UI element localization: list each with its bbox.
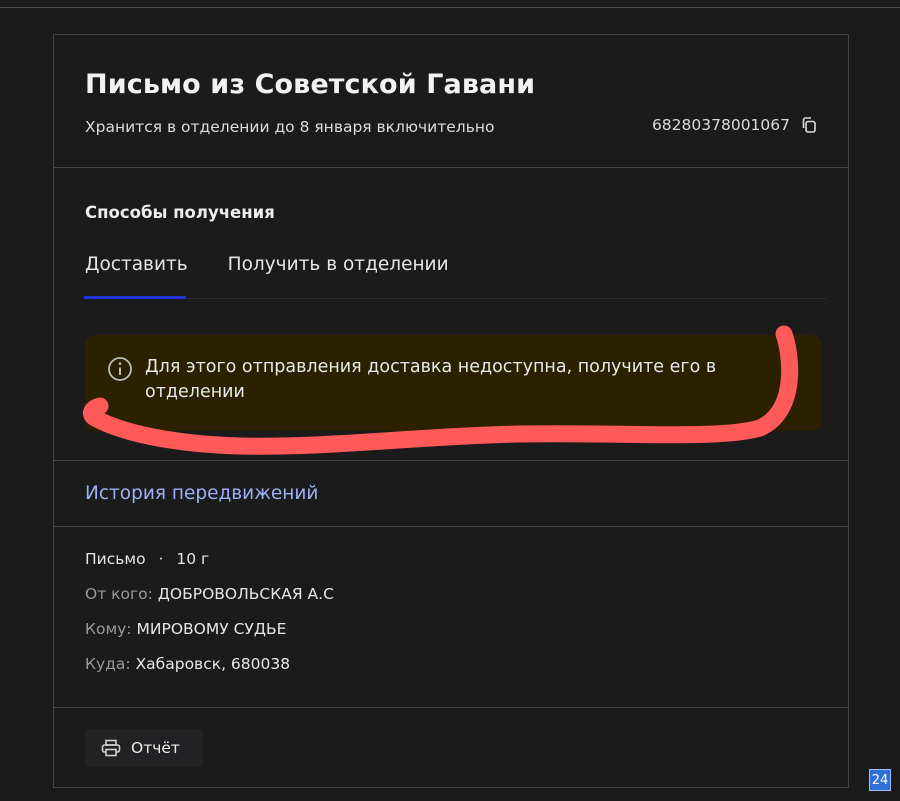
sender-line: От кого: ДОБРОВОЛЬСКАЯ А.С bbox=[85, 585, 334, 603]
tabs-baseline bbox=[84, 298, 826, 299]
recipient-value: МИРОВОМУ СУДЬЕ bbox=[136, 620, 287, 638]
delivery-methods-heading: Способы получения bbox=[85, 203, 275, 222]
printer-icon bbox=[101, 739, 121, 757]
recipient-line: Кому: МИРОВОМУ СУДЬЕ bbox=[85, 620, 286, 638]
parcel-weight: 10 г bbox=[176, 550, 210, 568]
shipment-card: Письмо из Советской Гавани Хранится в от… bbox=[53, 34, 849, 788]
copy-icon[interactable] bbox=[800, 116, 818, 134]
tracking-number-copy[interactable]: 68280378001067 bbox=[652, 116, 818, 134]
parcel-type: Письмо bbox=[85, 550, 146, 568]
storage-note: Хранится в отделении до 8 января включит… bbox=[85, 118, 495, 136]
destination-label: Куда: bbox=[85, 655, 131, 673]
report-label: Отчёт bbox=[131, 739, 180, 757]
sender-label: От кого: bbox=[85, 585, 153, 603]
sender-value: ДОБРОВОЛЬСКАЯ А.С bbox=[157, 585, 334, 603]
divider bbox=[54, 707, 848, 708]
recipient-label: Кому: bbox=[85, 620, 132, 638]
corner-badge: 24 bbox=[869, 769, 891, 791]
active-tab-indicator bbox=[84, 296, 186, 299]
parcel-type-weight: Письмо · 10 г bbox=[85, 550, 209, 568]
tracking-number: 68280378001067 bbox=[651, 116, 790, 134]
notice-text: Для этого отправления доставка недоступн… bbox=[145, 357, 717, 402]
destination-value: Хабаровск, 680038 bbox=[135, 655, 291, 673]
info-icon bbox=[108, 357, 132, 381]
destination-line: Куда: Хабаровск, 680038 bbox=[85, 655, 290, 673]
divider bbox=[54, 167, 848, 168]
history-link[interactable]: История передвижений bbox=[85, 483, 318, 504]
separator-dot: · bbox=[158, 550, 164, 568]
report-button[interactable]: Отчёт bbox=[85, 729, 203, 767]
divider bbox=[54, 460, 848, 461]
tab-deliver[interactable]: Доставить bbox=[85, 254, 188, 275]
tab-pickup[interactable]: Получить в отделении bbox=[228, 254, 449, 275]
page-title: Письмо из Советской Гавани bbox=[85, 69, 536, 100]
top-border bbox=[0, 7, 900, 8]
delivery-unavailable-notice: Для этого отправления доставка недоступн… bbox=[85, 335, 822, 431]
divider bbox=[54, 526, 848, 527]
delivery-tabs: Доставить Получить в отделении bbox=[85, 254, 449, 275]
